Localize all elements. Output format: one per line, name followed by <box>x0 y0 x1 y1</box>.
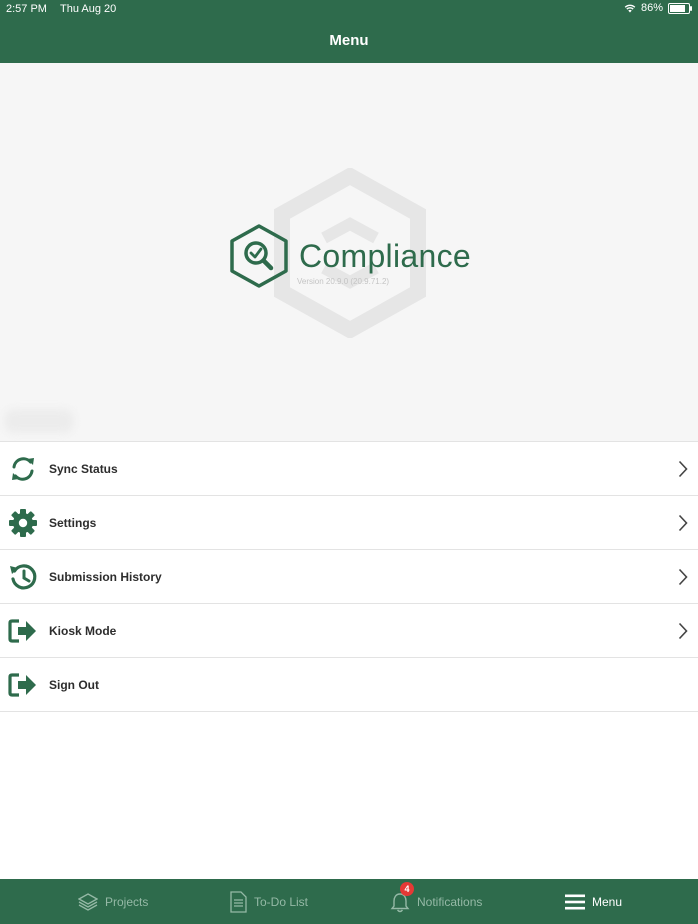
menu-item-label: Settings <box>49 515 97 530</box>
menu-item-submission-history[interactable]: Submission History <box>0 549 698 603</box>
tab-menu[interactable]: Menu <box>565 879 622 924</box>
tab-projects[interactable]: Projects <box>78 879 148 924</box>
layers-icon <box>78 892 98 911</box>
battery-percent: 86% <box>640 2 663 14</box>
wifi-icon <box>624 4 636 13</box>
menu-item-label: Kiosk Mode <box>49 623 117 638</box>
status-date: Thu Aug 20 <box>60 3 117 15</box>
menu-item-label: Sign Out <box>49 677 99 692</box>
history-icon <box>10 564 37 590</box>
tab-notifications[interactable]: 4 Notifications <box>390 879 482 924</box>
tab-label: Projects <box>105 894 149 909</box>
hamburger-icon <box>565 894 585 909</box>
menu-item-sync-status[interactable]: Sync Status <box>0 441 698 495</box>
menu-item-kiosk-mode[interactable]: Kiosk Mode <box>0 603 698 657</box>
status-bar: 2:57 PM Thu Aug 20 86% <box>0 0 698 18</box>
tab-label: Menu <box>592 894 623 909</box>
menu-item-sign-out[interactable]: Sign Out <box>0 657 698 712</box>
status-right: 86% <box>624 2 692 14</box>
notification-badge: 4 <box>400 882 414 896</box>
tab-to-do-list[interactable]: To-Do List <box>229 879 308 924</box>
sign-out-icon <box>8 673 36 697</box>
chevron-right-icon <box>678 622 688 640</box>
chevron-right-icon <box>678 514 688 532</box>
tab-bar: Projects To-Do List 4 Notifications Menu <box>0 879 698 924</box>
blurred-user-label <box>4 409 74 433</box>
menu-item-label: Sync Status <box>49 461 118 476</box>
gear-icon <box>9 509 37 537</box>
app-name: Compliance <box>299 237 471 274</box>
tab-label: Notifications <box>417 894 483 909</box>
menu-item-label: Submission History <box>49 569 162 584</box>
menu-list: Sync Status Settings Submission History <box>0 441 698 712</box>
menu-item-settings[interactable]: Settings <box>0 495 698 549</box>
status-time: 2:57 PM <box>6 3 47 15</box>
battery-icon <box>668 2 692 14</box>
compliance-logo-icon <box>230 224 288 288</box>
top-bar: 2:57 PM Thu Aug 20 86% Menu <box>0 0 698 63</box>
document-icon <box>230 890 247 913</box>
chevron-right-icon <box>678 568 688 586</box>
version-text: Version 20.9.0 (20.9.71.2) <box>297 277 390 286</box>
kiosk-icon <box>8 619 36 643</box>
tab-label: To-Do List <box>254 894 309 909</box>
app-header: Compliance Version 20.9.0 (20.9.71.2) <box>0 63 698 441</box>
chevron-right-icon <box>678 460 688 478</box>
page-title: Menu <box>329 32 369 49</box>
sync-icon <box>12 457 34 481</box>
